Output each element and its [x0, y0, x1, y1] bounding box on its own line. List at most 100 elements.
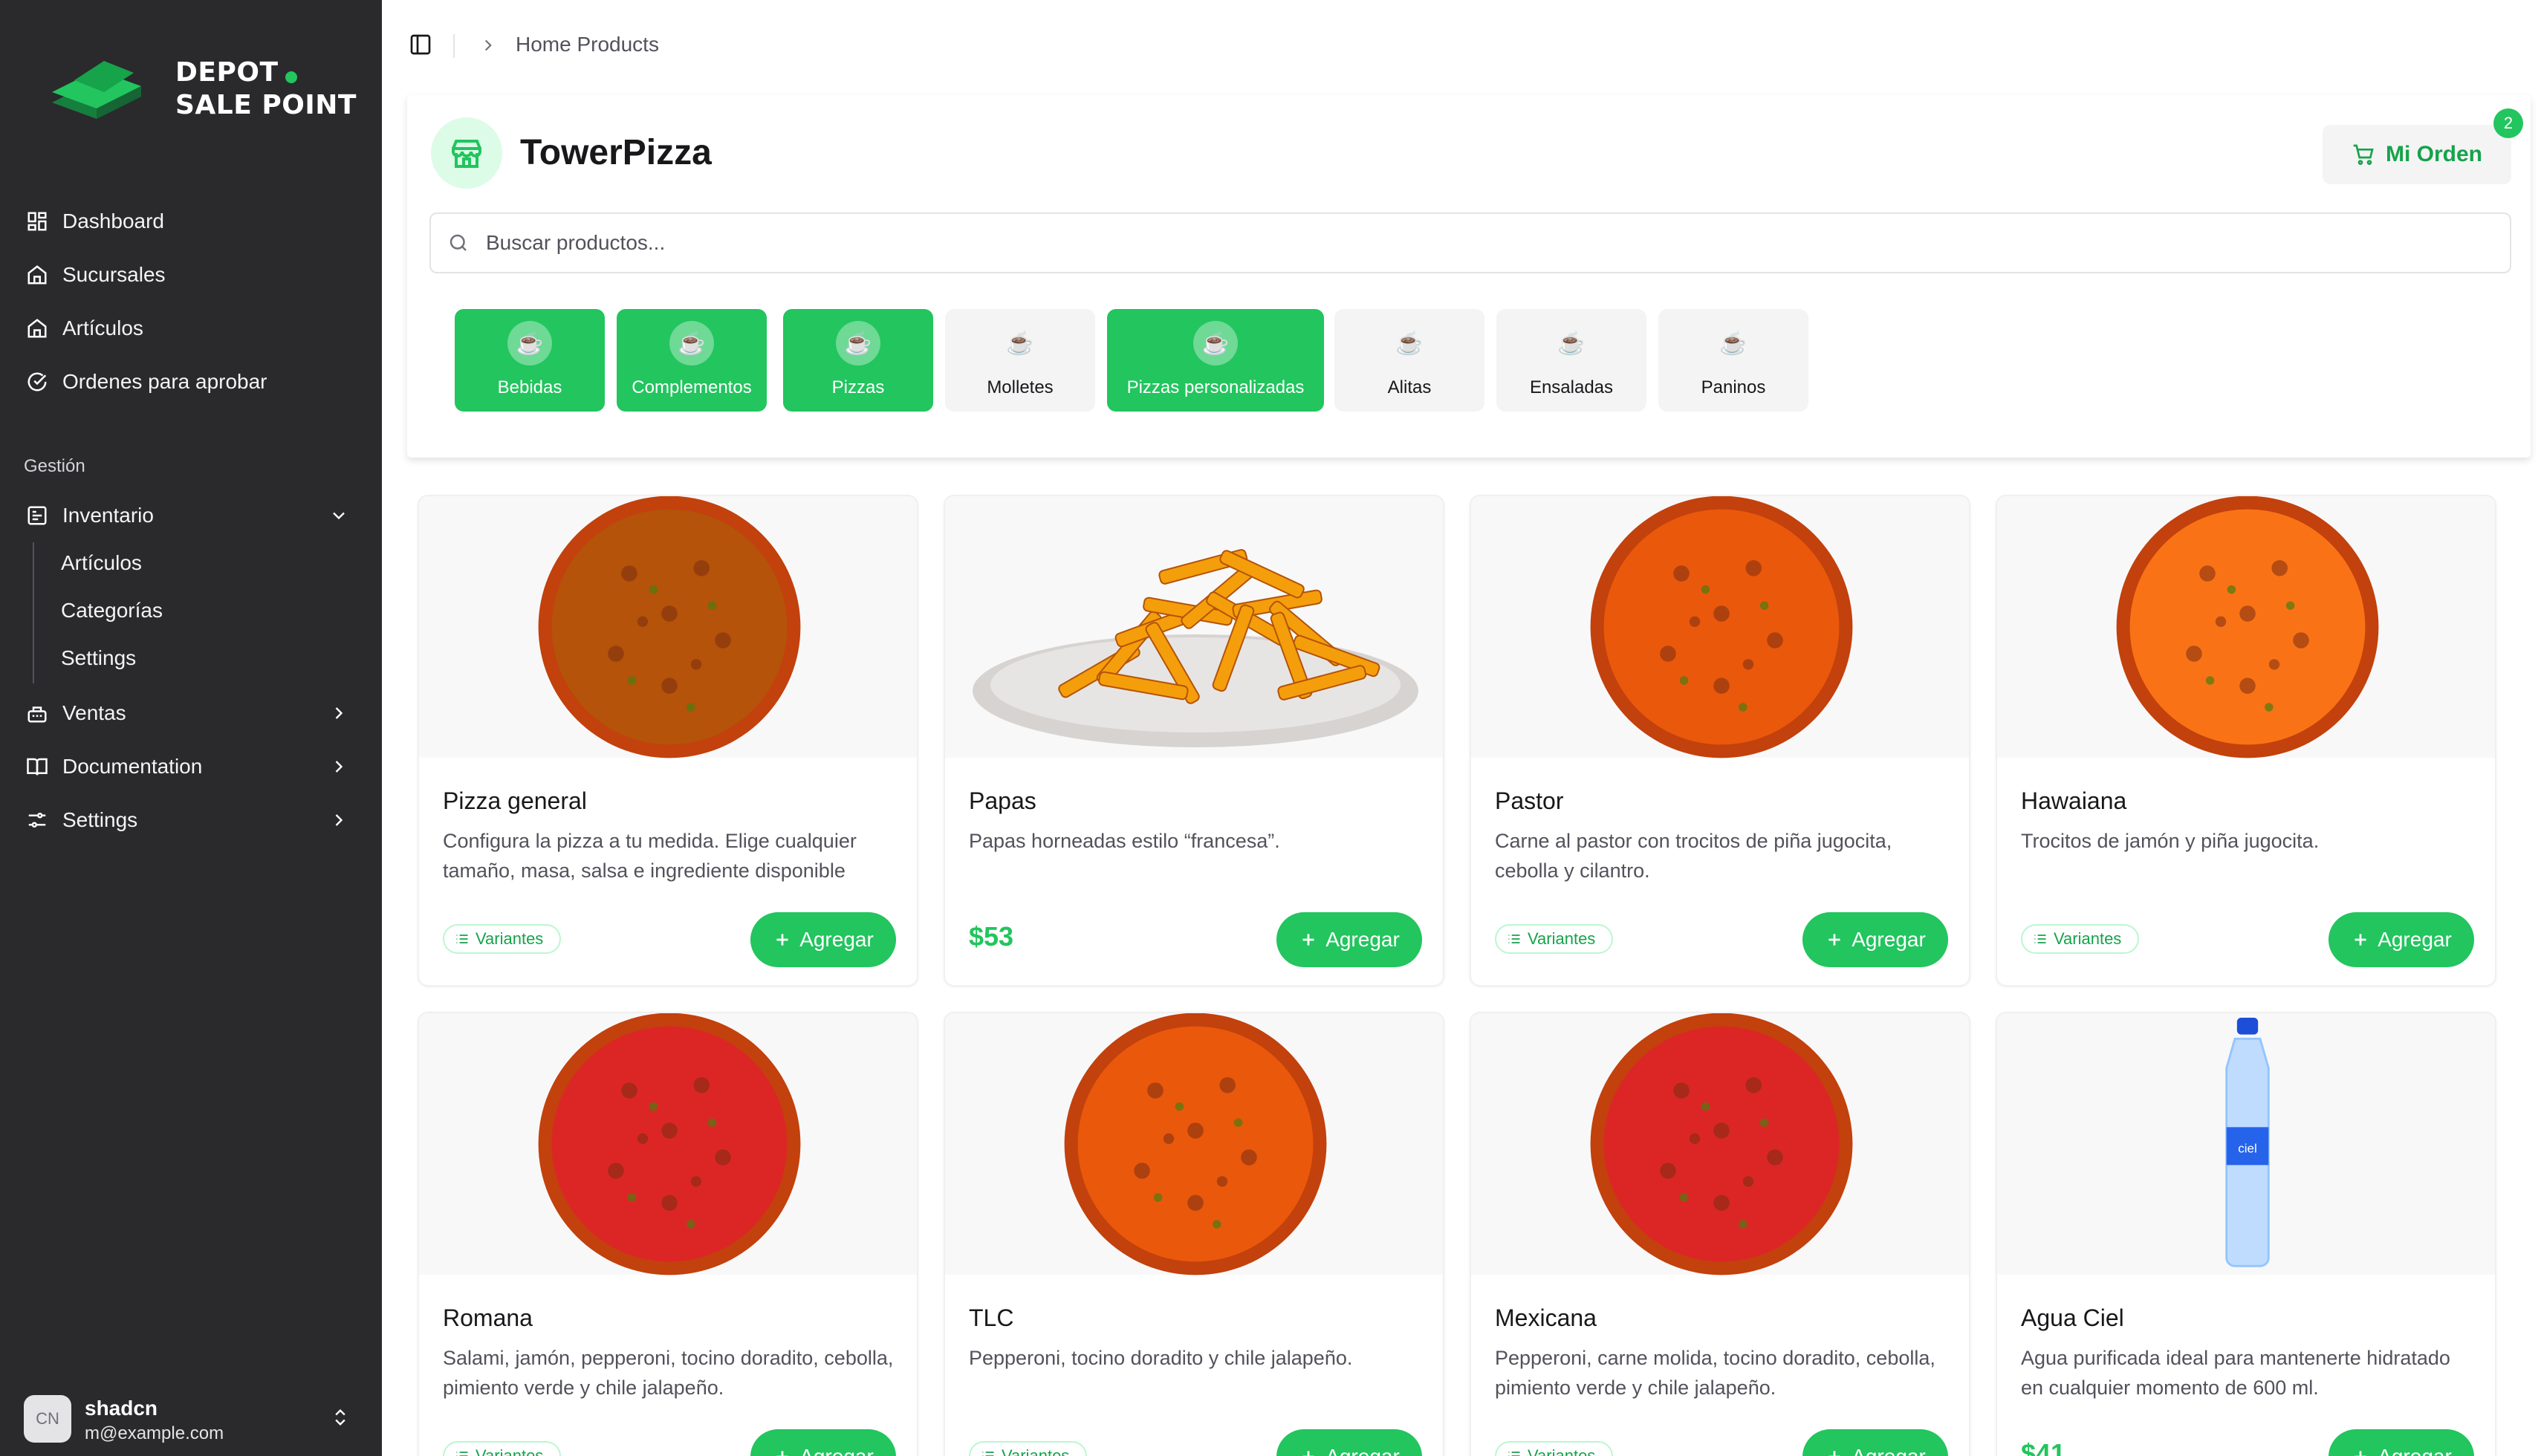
coffee-cup-icon: ☕ — [836, 321, 880, 365]
dashboard-icon — [24, 208, 51, 235]
subnav-settings[interactable]: Settings — [61, 646, 136, 670]
breadcrumb[interactable]: Home Products — [516, 33, 659, 56]
chevron-right-icon — [328, 756, 349, 782]
coffee-cup-icon: ☕ — [1006, 331, 1034, 356]
nav-ordenes[interactable]: Ordenes para aprobar — [18, 361, 364, 403]
add-to-order-button[interactable]: Agregar — [1276, 912, 1422, 967]
pizza-image — [538, 1013, 801, 1275]
pizza-image — [1590, 496, 1853, 758]
variants-button[interactable]: Variantes — [2021, 924, 2140, 954]
variants-button[interactable]: Variantes — [443, 924, 562, 954]
variants-button[interactable]: Variantes — [443, 1441, 562, 1456]
product-card[interactable]: Romana Salami, jamón, pepperoni, tocino d… — [418, 1012, 918, 1456]
category-tab[interactable]: ☕ Complementos — [617, 309, 767, 412]
product-image — [1997, 496, 2495, 758]
coffee-cup-icon: ☕ — [1557, 331, 1586, 356]
plus-icon — [1302, 934, 1314, 946]
product-name: Mexicana — [1495, 1304, 1597, 1331]
plus-icon — [2355, 934, 2366, 946]
product-card[interactable]: Pastor Carne al pastor con trocitos de pi… — [1470, 495, 1970, 987]
product-card[interactable]: Hawaiana Trocitos de jamón y piña jugocit… — [1996, 495, 2496, 987]
category-tab[interactable]: ☕ Pizzas personalizadas — [1107, 309, 1324, 412]
category-tab[interactable]: ☕ Alitas — [1334, 309, 1484, 412]
list-icon — [1508, 1452, 1520, 1456]
pizza-image — [2116, 496, 2379, 758]
list-icon — [1508, 935, 1520, 943]
product-card[interactable]: Papas Papas horneadas estilo “francesa”. $… — [944, 495, 1444, 987]
category-tab[interactable]: ☕ Pizzas — [783, 309, 933, 412]
product-image — [419, 496, 917, 758]
nav-inventario[interactable]: Inventario — [18, 495, 364, 536]
brand-logo[interactable]: DEPOT SALE POINT — [45, 51, 371, 132]
product-image — [945, 496, 1443, 758]
category-tab[interactable]: ☕ Paninos — [1658, 309, 1808, 412]
add-to-order-button[interactable]: Agregar — [2329, 1429, 2474, 1456]
variants-button[interactable]: Variantes — [1495, 924, 1614, 954]
variants-button[interactable]: Variantes — [969, 1441, 1088, 1456]
add-label: Agregar — [1852, 928, 1926, 951]
product-description: Carne al pastor con trocitos de piña jug… — [1495, 830, 1892, 882]
search-bar[interactable] — [429, 212, 2511, 273]
product-name: Agua Ciel — [2021, 1304, 2124, 1331]
category-tab[interactable]: ☕ Ensaladas — [1496, 309, 1646, 412]
category-label: Complementos — [632, 377, 752, 397]
add-label: Agregar — [799, 928, 874, 951]
product-name: TLC — [969, 1304, 1014, 1331]
coffee-cup-icon: ☕ — [1193, 321, 1238, 365]
store-icon — [431, 117, 502, 189]
add-to-order-button[interactable]: Agregar — [2329, 912, 2474, 967]
product-card[interactable]: Pizza general Configura la pizza a tu med… — [418, 495, 918, 987]
add-to-order-button[interactable]: Agregar — [1276, 1429, 1422, 1456]
sidebar-toggle-icon[interactable] — [409, 33, 435, 59]
nav-sucursales[interactable]: Sucursales — [18, 254, 364, 296]
nav-sucursales-label: Sucursales — [62, 263, 166, 286]
brand-name: DEPOT SALE POINT — [175, 57, 357, 120]
product-price: $41 — [2021, 1438, 2066, 1456]
chevrons-up-down-icon — [330, 1407, 351, 1431]
add-to-order-button[interactable]: Agregar — [750, 912, 896, 967]
nav-ventas[interactable]: Ventas — [18, 692, 364, 734]
user-email: m@example.com — [85, 1423, 224, 1443]
product-name: Pastor — [1495, 787, 1564, 814]
add-to-order-button[interactable]: Agregar — [1802, 912, 1948, 967]
user-name: shadcn — [85, 1397, 158, 1420]
subnav-articulos[interactable]: Artículos — [61, 551, 142, 575]
product-card[interactable]: Mexicana Pepperoni, carne molida, tocino … — [1470, 1012, 1970, 1456]
product-description: Pepperoni, carne molida, tocino doradito… — [1495, 1347, 1935, 1399]
product-description: Configura la pizza a tu medida. Elige cu… — [443, 830, 857, 882]
product-image — [419, 1013, 917, 1275]
product-image — [1471, 1013, 1969, 1275]
variants-label: Variantes — [1002, 1446, 1070, 1456]
cart-icon — [2353, 144, 2374, 165]
nav-documentation[interactable]: Documentation — [18, 746, 364, 787]
page-title: TowerPizza — [520, 133, 712, 172]
check-circle-icon — [24, 368, 51, 395]
subnav-categorias[interactable]: Categorías — [61, 599, 163, 623]
add-to-order-button[interactable]: Agregar — [1802, 1429, 1948, 1456]
list-icon — [2034, 935, 2046, 943]
user-menu[interactable]: CN shadcn m@example.com — [24, 1391, 363, 1443]
plus-icon — [1828, 1451, 1840, 1456]
product-card[interactable]: ciel Agua Ciel Agua purificada ideal para … — [1996, 1012, 2496, 1456]
chevron-right-icon — [328, 703, 349, 729]
product-card[interactable]: TLC Pepperoni, tocino doradito y chile ja… — [944, 1012, 1444, 1456]
my-order-button[interactable]: Mi Orden — [2323, 125, 2511, 184]
list-icon — [982, 1452, 994, 1456]
coffee-cup-icon: ☕ — [1719, 331, 1747, 356]
nav-articulos[interactable]: Artículos — [18, 308, 364, 349]
category-tab[interactable]: ☕ Bebidas — [455, 309, 605, 412]
inventory-icon — [24, 502, 51, 529]
category-tab[interactable]: ☕ Molletes — [945, 309, 1095, 412]
nav-dashboard[interactable]: Dashboard — [18, 201, 364, 242]
product-description: Trocitos de jamón y piña jugocita. — [2021, 830, 2320, 852]
my-order-label: Mi Orden — [2385, 142, 2482, 166]
variants-button[interactable]: Variantes — [1495, 1441, 1614, 1456]
nav-settings[interactable]: Settings — [18, 799, 364, 841]
pizza-image — [1064, 1013, 1327, 1275]
search-input[interactable] — [486, 231, 2418, 255]
add-to-order-button[interactable]: Agregar — [750, 1429, 896, 1456]
list-icon — [456, 935, 468, 943]
product-name: Pizza general — [443, 787, 587, 814]
variants-label: Variantes — [1528, 929, 1596, 948]
chevron-right-icon — [328, 810, 349, 836]
